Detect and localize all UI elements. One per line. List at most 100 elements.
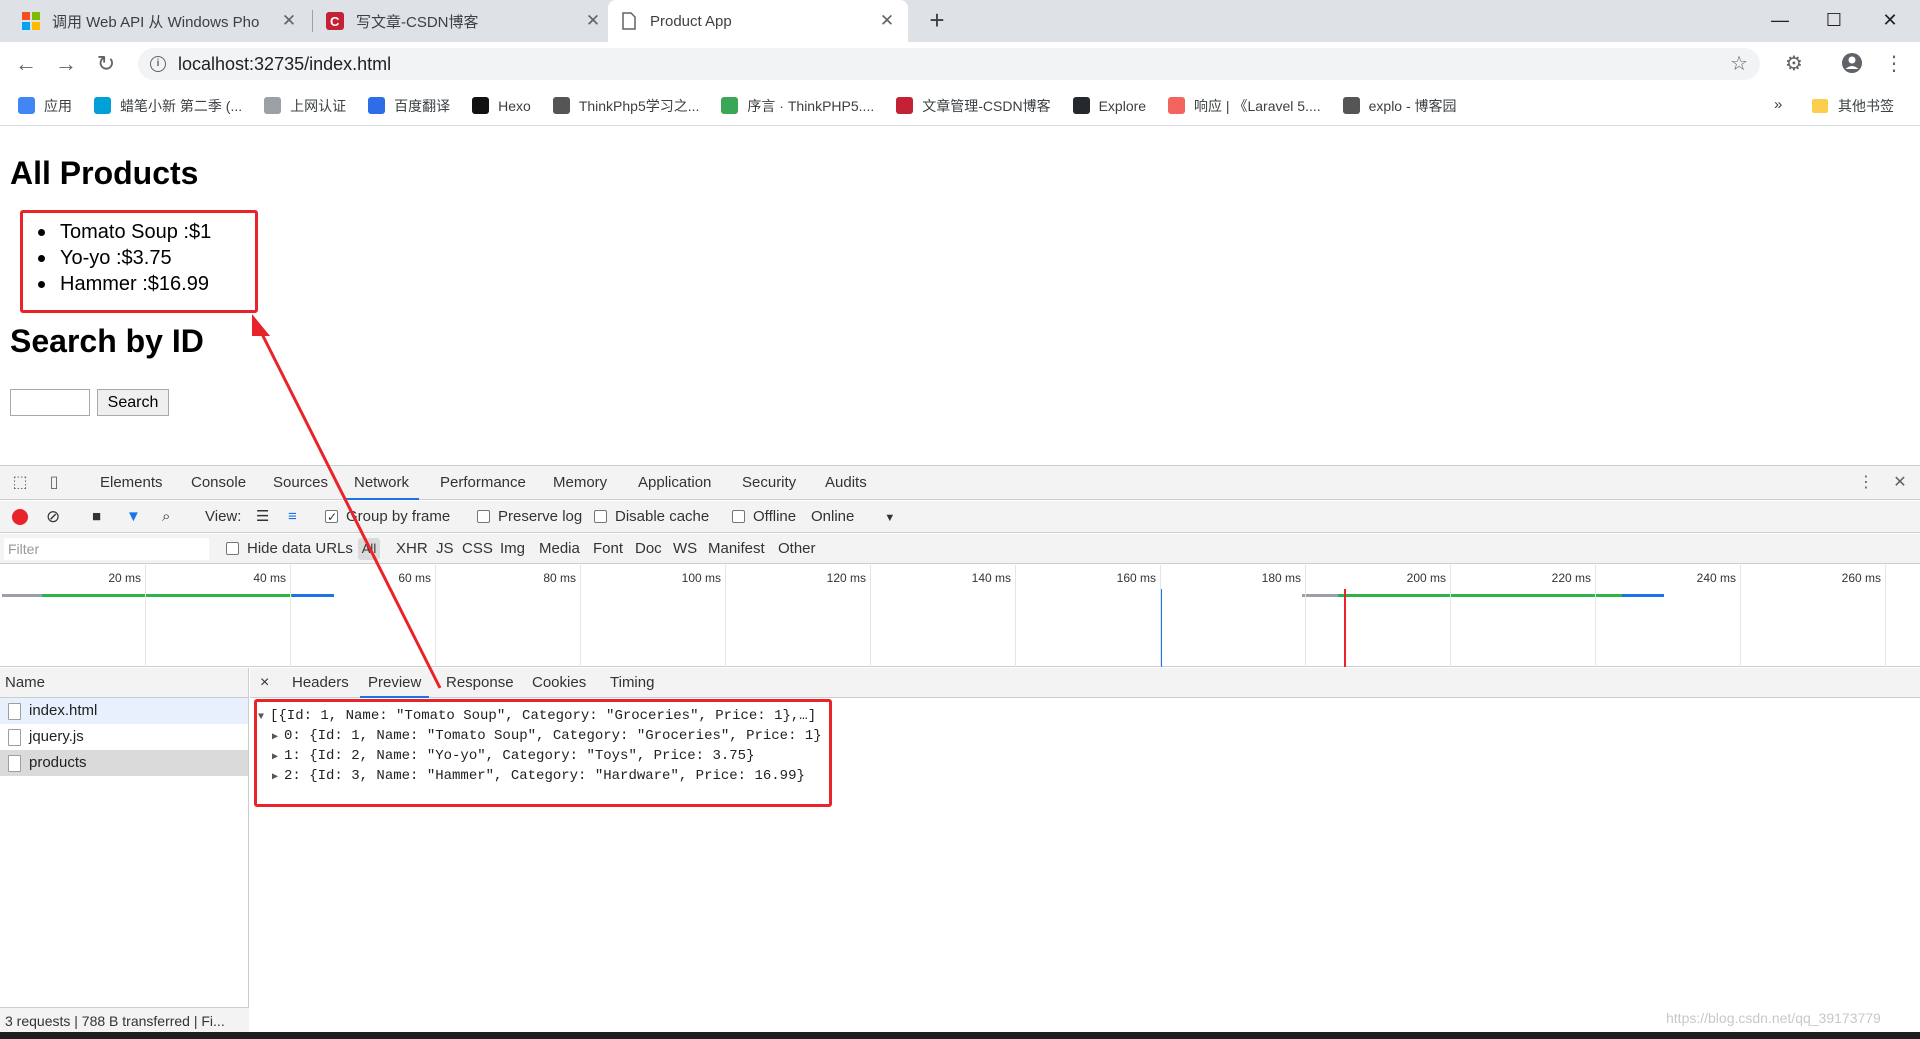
tab-title: 写文章-CSDN博客 [356, 13, 479, 31]
other-bookmarks-label: 其他书签 [1838, 98, 1894, 114]
offline-checkbox[interactable]: Offline [732, 507, 796, 527]
tab-headers[interactable]: Headers [292, 668, 349, 698]
waterfall-view-icon[interactable]: ≡ [288, 507, 297, 527]
type-filter-font[interactable]: Font [593, 540, 623, 557]
bookmark-icon [1072, 97, 1090, 114]
search-id-input[interactable] [10, 389, 90, 416]
extension-gear-icon[interactable]: ⚙ [1782, 52, 1806, 76]
taskbar [0, 1032, 1920, 1039]
devtools-menu-icon[interactable]: ⋮ [1856, 473, 1876, 493]
tab-console[interactable]: Console [191, 466, 246, 500]
overview-bar [1622, 594, 1664, 597]
request-row-index-html[interactable]: index.html [0, 698, 248, 724]
back-icon[interactable]: ← [12, 50, 40, 78]
clear-icon[interactable]: ⊘ [46, 507, 60, 527]
record-icon[interactable] [12, 509, 28, 525]
type-filter-css[interactable]: CSS [462, 540, 493, 557]
forward-icon[interactable]: → [52, 50, 80, 78]
folder-icon [1812, 99, 1828, 113]
bookmark-item[interactable]: Hexo [472, 97, 531, 114]
new-tab-button[interactable]: + [922, 6, 952, 36]
other-bookmarks[interactable]: 其他书签 [1812, 96, 1894, 116]
bookmark-item[interactable]: ThinkPhp5学习之... [552, 96, 699, 116]
search-button[interactable]: Search [97, 389, 169, 416]
bookmarks-more-icon[interactable]: » [1774, 96, 1782, 113]
bookmark-item[interactable]: 序言 · ThinkPHP5.... [721, 96, 874, 116]
preserve-log-checkbox[interactable]: Preserve log [477, 507, 582, 527]
load-event-marker [1344, 589, 1346, 667]
tab-memory[interactable]: Memory [553, 466, 607, 500]
profile-icon[interactable] [1840, 52, 1864, 76]
type-filter-js[interactable]: JS [436, 540, 454, 557]
close-icon[interactable]: ✕ [878, 11, 896, 31]
detail-close-icon[interactable]: × [260, 668, 269, 698]
info-icon[interactable]: i [150, 56, 166, 72]
bookmark-item[interactable]: explo - 博客园 [1342, 96, 1457, 116]
filter-input[interactable]: Filter [4, 538, 209, 560]
tab-security[interactable]: Security [742, 466, 796, 500]
device-toolbar-icon[interactable]: ▯ [44, 473, 64, 493]
search-icon[interactable]: ⌕ [162, 507, 170, 527]
bookmark-item[interactable]: 上网认证 [264, 96, 346, 116]
tab-product-app[interactable]: Product App ✕ [608, 0, 908, 42]
window-close-button[interactable]: ✕ [1862, 0, 1918, 40]
type-filter-manifest[interactable]: Manifest [708, 540, 765, 557]
tab-application[interactable]: Application [638, 466, 711, 500]
list-view-icon[interactable]: ☰ [256, 507, 269, 527]
request-row-products[interactable]: products [0, 750, 248, 776]
tab-performance[interactable]: Performance [440, 466, 526, 500]
tab-preview[interactable]: Preview [360, 668, 430, 698]
type-filter-xhr[interactable]: XHR [396, 540, 428, 557]
inspect-element-icon[interactable]: ⬚ [10, 473, 30, 493]
group-by-frame-checkbox[interactable]: Group by frame [325, 507, 450, 527]
bookmark-label: explo - 博客园 [1368, 97, 1457, 114]
hide-data-urls-checkbox[interactable]: Hide data URLs [226, 540, 353, 557]
bookmark-label: 响应 | 《Laravel 5.... [1194, 97, 1321, 114]
star-icon[interactable]: ☆ [1730, 51, 1748, 76]
bookmark-item[interactable]: Explore [1072, 97, 1146, 114]
devtools-close-icon[interactable]: ✕ [1890, 473, 1910, 493]
minimize-button[interactable]: — [1752, 0, 1808, 40]
filter-icon[interactable]: ▼ [126, 507, 141, 527]
hide-data-urls-label: Hide data URLs [247, 540, 353, 557]
tab-cookies[interactable]: Cookies [532, 668, 586, 698]
type-filter-other[interactable]: Other [778, 540, 816, 557]
tab-timing[interactable]: Timing [610, 668, 654, 698]
bookmark-item[interactable]: 响应 | 《Laravel 5.... [1168, 96, 1321, 116]
type-filter-ws[interactable]: WS [673, 540, 697, 557]
type-filter-media[interactable]: Media [539, 540, 580, 557]
capture-screenshots-icon[interactable]: ■ [92, 507, 101, 527]
tab-csdn-write[interactable]: C 写文章-CSDN博客 ✕ [314, 0, 614, 42]
bookmark-item[interactable]: 蜡笔小新 第二季 (... [94, 96, 242, 116]
bookmark-item[interactable]: 百度翻译 [368, 96, 450, 116]
type-filter-img[interactable]: Img [500, 540, 525, 557]
tab-sources[interactable]: Sources [273, 466, 328, 500]
tab-audits[interactable]: Audits [825, 466, 867, 500]
close-icon[interactable]: ✕ [280, 11, 298, 31]
bookmarks-bar: 应用 蜡笔小新 第二季 (... 上网认证 百度翻译 Hexo ThinkPhp5学习之.… [0, 86, 1920, 126]
bookmark-item[interactable]: 文章管理-CSDN博客 [896, 96, 1051, 116]
timeline-tick-label: 80 ms [543, 571, 576, 585]
network-overview[interactable]: 20 ms 40 ms 60 ms 80 ms 100 ms 120 ms 140 ms 16… [0, 565, 1920, 667]
reload-icon[interactable]: ↻ [92, 50, 120, 78]
throttling-select[interactable]: Online ▼ [811, 507, 895, 527]
bookmark-icon [264, 97, 282, 114]
bookmark-label: 百度翻译 [394, 97, 451, 114]
tab-network[interactable]: Network [344, 466, 420, 500]
timeline-tick-label: 220 ms [1551, 571, 1591, 585]
menu-icon[interactable]: ⋮ [1882, 52, 1906, 76]
name-column-header[interactable]: Name [0, 668, 248, 698]
type-filter-all[interactable]: All [358, 538, 380, 560]
type-filter-doc[interactable]: Doc [635, 540, 662, 557]
maximize-button[interactable]: ☐ [1806, 0, 1862, 40]
address-bar[interactable]: i localhost:32735/index.html ☆ [138, 48, 1760, 80]
tab-web-api[interactable]: 调用 Web API 从 Windows Pho ✕ [10, 0, 310, 42]
tab-response[interactable]: Response [446, 668, 514, 698]
timeline-gridline [145, 565, 146, 667]
tab-elements[interactable]: Elements [100, 466, 163, 500]
close-icon[interactable]: ✕ [584, 11, 602, 31]
bookmark-item[interactable]: 应用 [18, 96, 72, 116]
request-row-jquery[interactable]: jquery.js [0, 724, 248, 750]
timeline-gridline [435, 565, 436, 667]
disable-cache-checkbox[interactable]: Disable cache [594, 507, 709, 527]
